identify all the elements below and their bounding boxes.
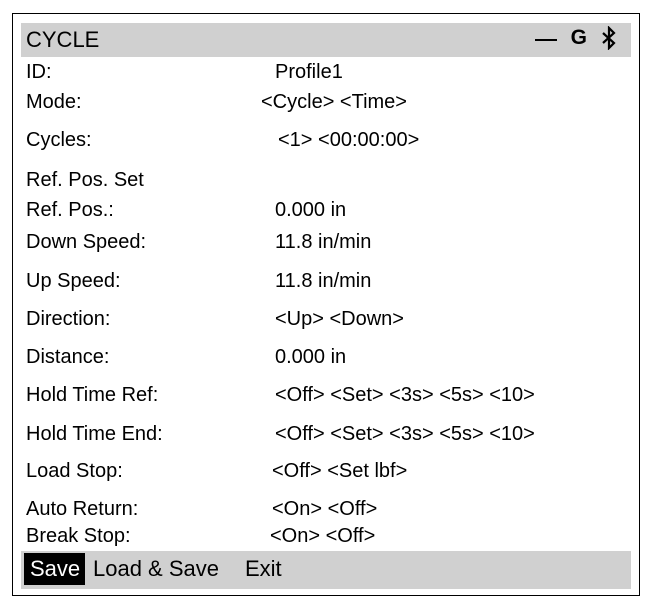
field-label: Load Stop:: [26, 460, 123, 482]
field-value[interactable]: <Off> <Set> <3s> <5s> <10>: [275, 419, 535, 449]
bluetooth-icon: [601, 26, 617, 50]
field-value[interactable]: <On> <Off>: [270, 521, 375, 551]
minus-icon: [534, 38, 557, 41]
field-label: Ref. Pos. Set: [26, 169, 144, 191]
field-value[interactable]: <1> <00:00:00>: [278, 125, 419, 155]
field-label: Ref. Pos.:: [26, 199, 114, 221]
field-value[interactable]: 11.8 in/min: [275, 266, 371, 296]
field-label: Up Speed:: [26, 270, 121, 292]
field-value[interactable]: Profile1: [275, 57, 343, 87]
field-label: Direction:: [26, 308, 111, 330]
field-label: Auto Return:: [26, 498, 139, 520]
save-button[interactable]: Save: [24, 553, 86, 585]
load-and-save-button[interactable]: Load & Save: [93, 551, 219, 587]
field-value[interactable]: <Off> <Set lbf>: [272, 456, 407, 486]
field-label: Distance:: [26, 346, 110, 368]
field-label: Hold Time Ref:: [26, 384, 159, 406]
field-value[interactable]: <Up> <Down>: [275, 304, 404, 334]
field-value[interactable]: <Off> <Set> <3s> <5s> <10>: [275, 380, 535, 410]
field-value[interactable]: 0.000 in: [275, 342, 346, 372]
exit-button[interactable]: Exit: [245, 551, 282, 587]
field-value[interactable]: <Cycle> <Time>: [261, 87, 407, 117]
field-label: Break Stop:: [26, 525, 131, 547]
title-bar: CYCLE G: [21, 23, 631, 57]
field-value[interactable]: 11.8 in/min: [275, 227, 371, 257]
status-icons: G: [534, 26, 617, 50]
soft-key-bar: Save Load & Save Exit: [21, 551, 631, 589]
field-value[interactable]: <On> <Off>: [272, 494, 377, 524]
field-label: Cycles:: [26, 129, 92, 151]
cycle-screen: CYCLE G ID: Profile1 Mode: <Cycle> <Time…: [12, 13, 640, 596]
field-value[interactable]: 0.000 in: [275, 195, 346, 225]
field-label: Hold Time End:: [26, 423, 163, 445]
g-status-indicator: G: [570, 26, 587, 49]
screen-title: CYCLE: [26, 27, 100, 52]
field-label: Mode:: [26, 91, 82, 113]
field-label: Down Speed:: [26, 231, 147, 253]
field-label: ID:: [26, 61, 52, 83]
